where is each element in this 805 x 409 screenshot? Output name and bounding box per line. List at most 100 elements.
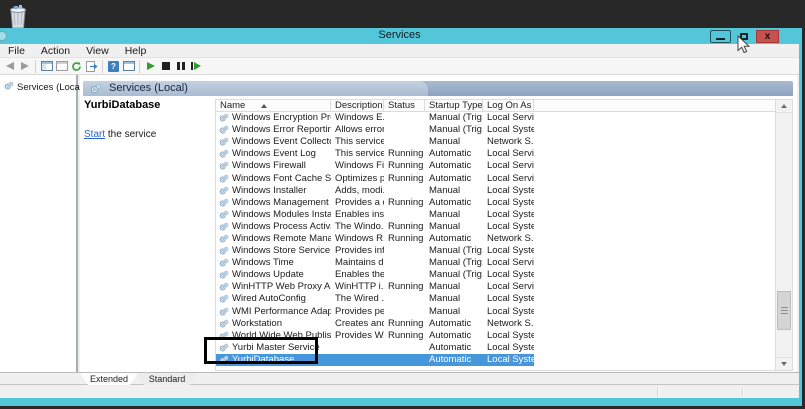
cell-log-on-as: Local Service [487,281,534,293]
cell-name: WMI Performance Adapter [216,306,331,318]
cell-description: The Windo... [335,220,384,232]
tab-extended[interactable]: Extended [80,373,138,385]
service-row[interactable]: Windows Installer Adds, modi... Manual Loca… [216,185,534,197]
cell-status: Running [388,148,424,160]
cell-startup-type: Automatic [429,341,472,353]
services-list: Name Description Status Startup Type Log… [215,99,793,371]
tab-standard[interactable]: Standard [136,373,198,385]
service-row[interactable]: Windows Update Enables the ... Manual (Tri… [216,269,534,281]
cell-log-on-as: Network S... [487,232,534,244]
scroll-down-button[interactable] [776,357,792,370]
forward-icon[interactable] [17,59,32,74]
menu-action[interactable]: Action [33,45,78,57]
cell-name: Windows Event Log [216,148,331,160]
cell-status: Running [388,329,424,341]
cell-name: Windows Encryption Provid... [216,112,331,124]
scrollbar-thumb[interactable] [777,291,791,330]
cell-name: Wired AutoConfig [216,293,331,305]
export-list-icon[interactable] [84,59,99,74]
service-gear-icon [219,174,229,184]
service-row[interactable]: Windows Error Reporting Se... Allows erro… [216,124,534,136]
statusbar-separator [742,388,743,396]
column-header-description[interactable]: Description [331,100,384,111]
cell-description: Provides W... [335,329,384,341]
mouse-cursor [737,35,751,54]
toolbar-separator [35,59,36,73]
cell-status: Running [388,160,424,172]
menu-help[interactable]: Help [117,45,155,57]
cell-description: Windows E... [335,112,384,124]
service-row[interactable]: WMI Performance Adapter Provides pe... Man… [216,306,534,318]
service-gear-icon [219,113,229,123]
scroll-up-button[interactable] [776,100,792,113]
service-row[interactable]: Windows Firewall Windows Fi... Running Auto… [216,160,534,172]
service-row[interactable]: WinHTTP Web Proxy Auto-... WinHTTP i... Ru… [216,281,534,293]
service-row[interactable]: Windows Store Service (WS... Provides inf… [216,245,534,257]
service-row[interactable]: Wired AutoConfig The Wired ... Manual Local… [216,293,534,305]
show-console-tree-icon[interactable] [39,59,54,74]
pane-banner: Services (Local) [83,81,793,96]
column-header-status[interactable]: Status [384,100,425,111]
start-service-icon[interactable] [143,59,158,74]
service-row[interactable]: Windows Process Activatio... The Windo...… [216,221,534,233]
menu-view[interactable]: View [78,45,117,57]
service-row[interactable]: Windows Font Cache Service Optimizes p...… [216,172,534,184]
cell-name: Windows Modules Installer [216,209,331,221]
recycle-bin-icon[interactable] [7,2,29,29]
service-row[interactable]: Workstation Creates and... Running Automati… [216,318,534,330]
cell-status: Running [388,281,424,293]
service-row[interactable]: Windows Event Collector This service ... M… [216,136,534,148]
properties-icon[interactable] [54,59,69,74]
service-row[interactable]: Windows Encryption Provid... Windows E...… [216,112,534,124]
refresh-icon[interactable] [69,59,84,74]
close-button[interactable]: x [756,30,779,43]
cell-status: Running [388,220,424,232]
start-service-link[interactable]: Start [84,129,105,140]
cell-log-on-as: Local Service [487,148,534,160]
minimize-button[interactable] [710,30,731,43]
view-tabs-row: Extended Standard [0,372,799,385]
cell-name: Windows Error Reporting Se... [216,124,331,136]
column-header-filler [534,100,792,111]
services-gear-icon [90,82,102,100]
cell-startup-type: Manual [429,281,461,293]
service-row[interactable]: Windows Management Inst... Provides a c..… [216,197,534,209]
stop-service-icon[interactable] [158,59,173,74]
service-gear-icon [219,294,229,304]
cell-description: Enables inst... [335,208,384,220]
restart-service-icon[interactable] [188,59,203,74]
service-gear-icon [219,307,229,317]
cell-startup-type: Automatic [429,172,472,184]
pane-banner-tab: Services (Local) [83,81,428,96]
status-bar [0,386,799,398]
cell-log-on-as: Network S... [487,317,534,329]
cell-description: Allows error... [335,124,384,136]
cell-startup-type: Manual [429,208,461,220]
pause-service-icon[interactable] [173,59,188,74]
cell-description: Provides pe... [335,305,384,317]
service-gear-icon [219,210,229,220]
service-gear-icon [219,125,229,135]
service-row[interactable]: Windows Event Log This service ... Running… [216,148,534,160]
cell-startup-type: Automatic [429,353,472,365]
titlebar[interactable]: Services x [0,28,799,44]
action-suffix: the service [105,129,157,140]
service-row[interactable]: Windows Remote Manage... Windows R... Runn… [216,233,534,245]
vertical-scrollbar[interactable] [775,100,792,370]
service-row[interactable]: Windows Modules Installer Enables inst...… [216,209,534,221]
cell-startup-type: Manual [429,136,461,148]
tree-item-services-local[interactable]: Services (Local) [0,75,85,94]
cell-description: WinHTTP i... [335,281,384,293]
column-header-log-on-as[interactable]: Log On As [483,100,534,111]
menu-file[interactable]: File [0,45,33,57]
column-header-startup-type[interactable]: Startup Type [425,100,483,111]
extended-view-icon[interactable] [121,59,136,74]
column-header-name[interactable]: Name [216,100,331,111]
service-row[interactable]: Windows Time Maintains d... Manual (Trig..… [216,257,534,269]
service-gear-icon [219,246,229,256]
cell-description: This service ... [335,136,384,148]
cell-startup-type: Manual [429,220,461,232]
help-icon[interactable]: ? [106,59,121,74]
back-icon[interactable] [2,59,17,74]
cell-log-on-as: Local Syste... [487,305,534,317]
